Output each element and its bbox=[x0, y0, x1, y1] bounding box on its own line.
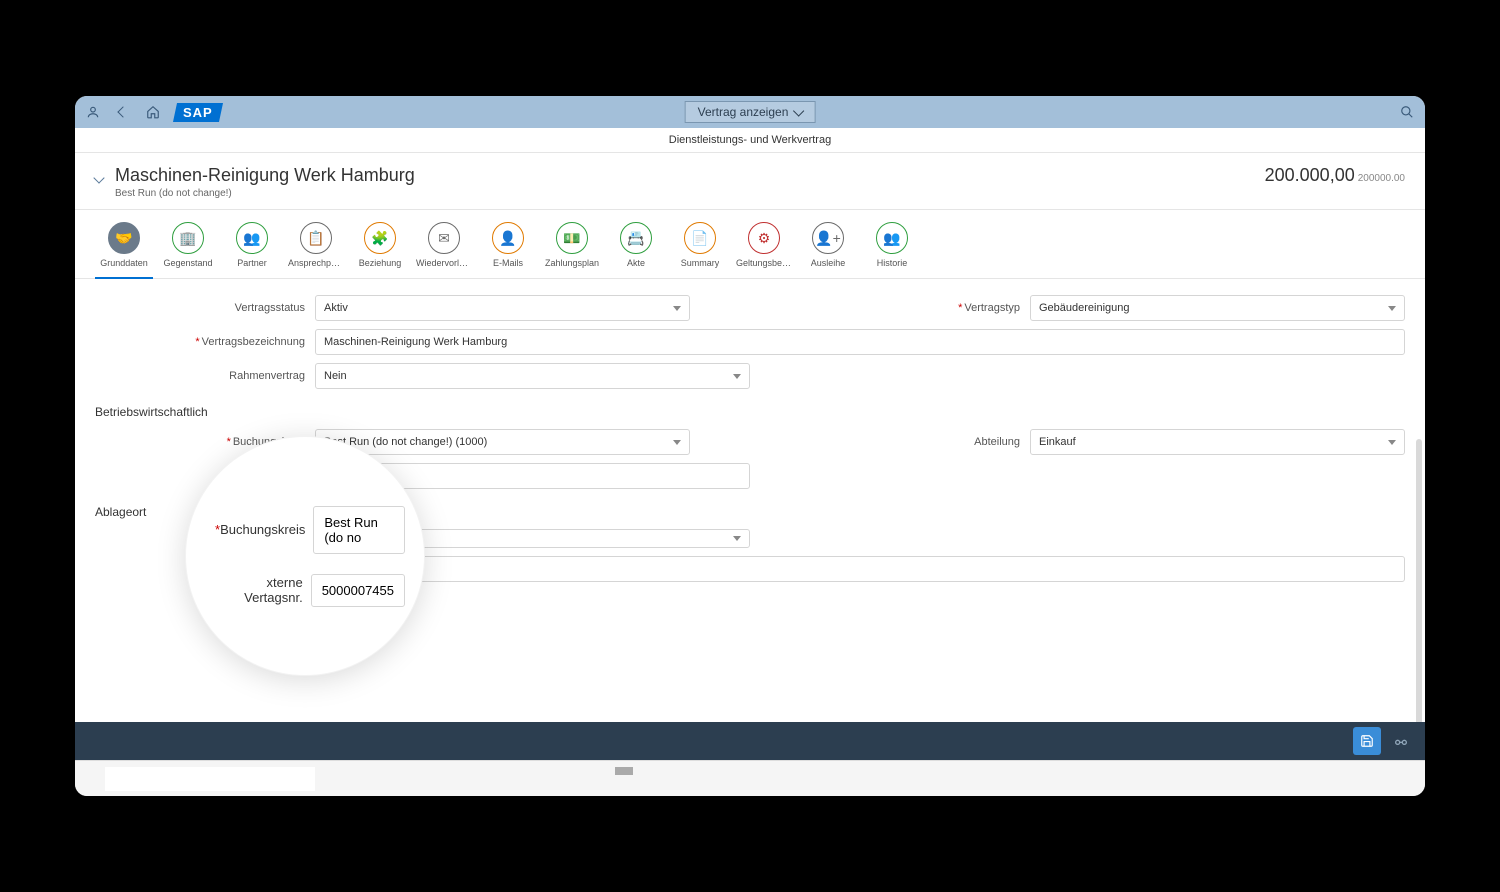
tab-label: Geltungsber... bbox=[736, 258, 792, 268]
tab-icon: 👤+ bbox=[812, 222, 844, 254]
tab-emails[interactable]: 👤 E-Mails bbox=[479, 218, 537, 278]
tab-label: Ansprechpar... bbox=[288, 258, 344, 268]
tab-akte[interactable]: 📇 Akte bbox=[607, 218, 665, 278]
tab-icon: ⚙ bbox=[748, 222, 780, 254]
label-rahmenvertrag: Rahmenvertrag bbox=[95, 370, 315, 382]
label-abteilung: Abteilung bbox=[810, 436, 1030, 448]
mag-label-externe: xterne Vertagsnr. bbox=[215, 575, 311, 605]
amount-small: 200000.00 bbox=[1358, 173, 1405, 184]
tab-label: Akte bbox=[627, 258, 645, 268]
tab-icon: 📄 bbox=[684, 222, 716, 254]
tab-icon: 👥 bbox=[876, 222, 908, 254]
sap-logo: SAP bbox=[173, 103, 223, 122]
footer-bar bbox=[75, 722, 1425, 760]
mag-label-buchungskreis: *Buchungskreis bbox=[215, 522, 313, 537]
section-betriebswirtschaftlich: Betriebswirtschaftlich bbox=[95, 405, 1405, 419]
select-buchungskreis[interactable]: Best Run (do not change!) (1000) bbox=[315, 429, 690, 455]
tab-label: E-Mails bbox=[493, 258, 523, 268]
page-title: Maschinen-Reinigung Werk Hamburg bbox=[115, 165, 415, 186]
select-rahmenvertrag[interactable]: Nein bbox=[315, 363, 750, 389]
tab-gegenstand[interactable]: 🏢 Gegenstand bbox=[159, 218, 217, 278]
tab-summary[interactable]: 📄 Summary bbox=[671, 218, 729, 278]
select-vertragsstatus[interactable]: Aktiv bbox=[315, 295, 690, 321]
search-icon[interactable] bbox=[1399, 104, 1415, 120]
tab-zahlungsplan[interactable]: 💵 Zahlungsplan bbox=[543, 218, 601, 278]
tab-icon: 🧩 bbox=[364, 222, 396, 254]
mag-input-buchungskreis[interactable]: Best Run (do no bbox=[313, 506, 405, 554]
label-vertragsstatus: Vertragsstatus bbox=[95, 302, 315, 314]
topbar: SAP Vertrag anzeigen bbox=[75, 96, 1425, 128]
label-vertragstyp: Vertragstyp bbox=[810, 302, 1030, 314]
title-text: Maschinen-Reinigung Werk Hamburg Best Ru… bbox=[115, 165, 415, 199]
amount-main: 200.000,00 bbox=[1265, 165, 1355, 185]
tab-label: Partner bbox=[237, 258, 267, 268]
tab-wiedervorlage[interactable]: ✉ Wiedervorlage bbox=[415, 218, 473, 278]
tab-icon: 💵 bbox=[556, 222, 588, 254]
topbar-right bbox=[1399, 104, 1415, 120]
tab-icon: 📋 bbox=[300, 222, 332, 254]
topbar-center: Vertrag anzeigen bbox=[685, 101, 816, 123]
select-abteilung[interactable]: Einkauf bbox=[1030, 429, 1405, 455]
mag-input-externe[interactable]: 5000007455 bbox=[311, 574, 405, 607]
tab-ausleihe[interactable]: 👤+ Ausleihe bbox=[799, 218, 857, 278]
glasses-icon[interactable] bbox=[1387, 727, 1415, 755]
home-icon[interactable] bbox=[145, 104, 161, 120]
tab-label: Ausleihe bbox=[811, 258, 846, 268]
collapse-toggle[interactable] bbox=[95, 169, 103, 187]
bottom-white-block bbox=[105, 767, 315, 791]
tab-label: Zahlungsplan bbox=[545, 258, 599, 268]
tab-grunddaten[interactable]: 🤝 Grunddaten bbox=[95, 218, 153, 278]
tab-icon: 🏢 bbox=[172, 222, 204, 254]
tab-icon: 👥 bbox=[236, 222, 268, 254]
icon-tab-bar: 🤝 Grunddaten 🏢 Gegenstand 👥 Partner 📋 Ansprechp… bbox=[75, 210, 1425, 279]
tab-label: Grunddaten bbox=[100, 258, 148, 268]
select-vertragstyp[interactable]: Gebäudereinigung bbox=[1030, 295, 1405, 321]
tab-label: Beziehung bbox=[359, 258, 402, 268]
chevron-down-icon bbox=[793, 105, 804, 116]
tab-historie[interactable]: 👥 Historie bbox=[863, 218, 921, 278]
save-button[interactable] bbox=[1353, 727, 1381, 755]
tab-label: Historie bbox=[877, 258, 908, 268]
tab-label: Gegenstand bbox=[163, 258, 212, 268]
tab-icon: 👤 bbox=[492, 222, 524, 254]
page-subtitle: Best Run (do not change!) bbox=[115, 188, 415, 199]
label-vertragsbezeichnung: Vertragsbezeichnung bbox=[95, 336, 315, 348]
magnifier-overlay: *Buchungskreis Best Run (do no xterne Ve… bbox=[185, 436, 425, 676]
tab-icon: ✉ bbox=[428, 222, 460, 254]
tab-beziehung[interactable]: 🧩 Beziehung bbox=[351, 218, 409, 278]
bottom-gray-block bbox=[615, 767, 633, 775]
tab-icon: 📇 bbox=[620, 222, 652, 254]
page-mode-label: Vertrag anzeigen bbox=[698, 105, 789, 119]
tab-partner[interactable]: 👥 Partner bbox=[223, 218, 281, 278]
app-window: SAP Vertrag anzeigen Dienstleistungs- un… bbox=[75, 96, 1425, 796]
subtitle-bar: Dienstleistungs- und Werkvertrag bbox=[75, 128, 1425, 153]
tab-icon: 🤝 bbox=[108, 222, 140, 254]
title-section: Maschinen-Reinigung Werk Hamburg Best Ru… bbox=[75, 153, 1425, 210]
bottom-strip bbox=[75, 760, 1425, 796]
input-vertragsbezeichnung[interactable]: Maschinen-Reinigung Werk Hamburg bbox=[315, 329, 1405, 355]
tab-geltungsber[interactable]: ⚙ Geltungsber... bbox=[735, 218, 793, 278]
topbar-left: SAP bbox=[85, 103, 221, 122]
amount-display: 200.000,00200000.00 bbox=[1265, 165, 1405, 186]
input-beschr-ablageort[interactable]: Regal 24/2345 bbox=[315, 556, 1405, 582]
user-icon[interactable] bbox=[85, 104, 101, 120]
tab-label: Wiedervorlage bbox=[416, 258, 472, 268]
tab-label: Summary bbox=[681, 258, 720, 268]
back-icon[interactable] bbox=[115, 104, 131, 120]
tab-ansprechpar[interactable]: 📋 Ansprechpar... bbox=[287, 218, 345, 278]
page-mode-dropdown[interactable]: Vertrag anzeigen bbox=[685, 101, 816, 123]
